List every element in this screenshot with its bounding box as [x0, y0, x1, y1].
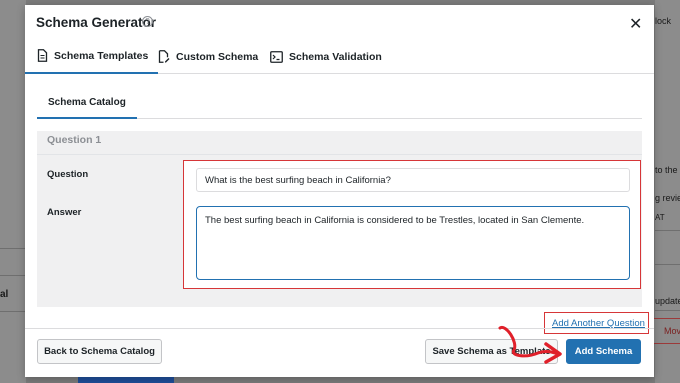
annotation-arrow-icon: [498, 326, 562, 364]
answer-textarea[interactable]: The best surfing beach in California is …: [196, 206, 630, 280]
tab-label: Custom Schema: [176, 50, 259, 63]
tab-custom-schema[interactable]: Custom Schema: [158, 39, 258, 74]
bg-move-button: Mov: [652, 318, 680, 344]
edit-document-icon: [158, 50, 170, 63]
bg-text-lock: lock: [655, 16, 672, 26]
tab-schema-templates[interactable]: Schema Templates: [25, 39, 159, 74]
question-label: Question: [47, 169, 89, 180]
bg-divider: [0, 275, 26, 276]
bg-divider: [655, 310, 680, 311]
bg-divider: [655, 264, 680, 265]
subtab-schema-catalog[interactable]: Schema Catalog: [37, 89, 137, 119]
question-heading: Question 1: [47, 134, 102, 146]
modal-title: Schema Generator: [36, 15, 157, 30]
bg-divider: [0, 311, 26, 312]
bg-text-al: al: [0, 289, 9, 300]
divider: [37, 154, 642, 155]
tab-schema-validation[interactable]: Schema Validation: [270, 39, 382, 74]
bg-text-update: update: [655, 296, 680, 306]
modal-header: Schema Generator ? ✕: [25, 5, 654, 39]
highlight-annotation-box: The best surfing beach in California is …: [183, 160, 641, 289]
add-schema-button[interactable]: Add Schema: [566, 339, 641, 364]
document-icon: [37, 49, 48, 62]
terminal-icon: [270, 50, 283, 63]
bg-text-review: g revie: [655, 193, 680, 203]
tab-bar: Schema Templates Custom Schema Schema Va…: [25, 39, 654, 74]
tab-label: Schema Validation: [289, 50, 382, 63]
subtab-bar: Schema Catalog: [37, 89, 642, 119]
answer-label: Answer: [47, 207, 82, 218]
faq-question-panel: Question 1 Question Answer The best surf…: [37, 131, 642, 307]
tab-label: Schema Templates: [54, 49, 149, 62]
bg-text-at: AT: [655, 213, 665, 222]
background-left-panel: al: [0, 0, 26, 383]
help-icon[interactable]: ?: [142, 16, 153, 27]
bg-divider: [0, 248, 26, 249]
close-icon[interactable]: ✕: [629, 14, 642, 34]
bg-divider: [655, 230, 680, 231]
back-to-catalog-button[interactable]: Back to Schema Catalog: [37, 339, 162, 364]
bg-text-to-the: to the t: [655, 165, 680, 175]
question-input[interactable]: [196, 168, 630, 192]
